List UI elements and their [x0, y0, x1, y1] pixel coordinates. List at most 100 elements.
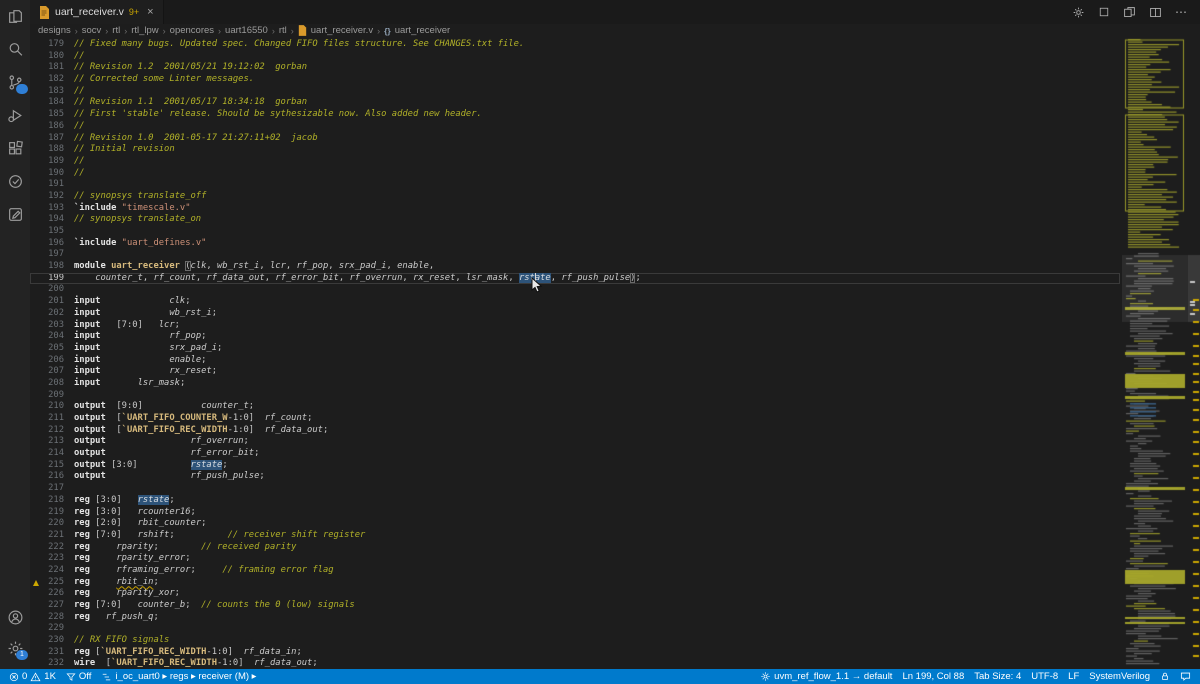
encoding[interactable]: UTF-8 [1026, 669, 1063, 684]
line-number[interactable]: 220 [30, 518, 64, 530]
line-number[interactable]: 216 [30, 471, 64, 483]
eol-sequence[interactable]: LF [1063, 669, 1084, 684]
code-line[interactable]: 225reg rbit_in; [30, 577, 1120, 589]
line-number[interactable]: 205 [30, 343, 64, 355]
line-number[interactable]: 204 [30, 331, 64, 343]
split-editor-icon[interactable] [1149, 6, 1162, 19]
line-number[interactable]: 191 [30, 179, 64, 191]
code-line[interactable]: 190// [30, 168, 1120, 180]
line-number[interactable]: 199 [30, 273, 64, 285]
code-line[interactable]: 206input enable; [30, 355, 1120, 367]
code-line[interactable]: 222reg rparity; // received parity [30, 542, 1120, 554]
tab-lock-indicator[interactable] [1155, 669, 1175, 684]
square-icon[interactable] [1098, 6, 1110, 18]
line-number[interactable]: 198 [30, 261, 64, 273]
line-number[interactable]: 182 [30, 74, 64, 86]
code-line[interactable]: 195 [30, 226, 1120, 238]
scope-breadcrumb[interactable]: i_oc_uart0 ▸ regs ▸ receiver (M) ▸ [96, 669, 261, 684]
code-line[interactable]: 216output rf_push_pulse; [30, 471, 1120, 483]
line-number[interactable]: 202 [30, 308, 64, 320]
code-line[interactable]: 182// Corrected some Linter messages. [30, 74, 1120, 86]
code-line[interactable]: 204input rf_pop; [30, 331, 1120, 343]
code-line[interactable]: 193`include "timescale.v" [30, 203, 1120, 215]
code-line[interactable]: 185// First 'stable' release. Should be … [30, 109, 1120, 121]
explorer-icon[interactable] [6, 7, 24, 25]
code-line[interactable]: 218reg [3:0] rstate; [30, 495, 1120, 507]
breadcrumb-item-symbol[interactable]: uart_receiver [395, 25, 450, 36]
breadcrumb-item-opencores[interactable]: opencores [170, 25, 214, 36]
breadcrumb-item-designs[interactable]: designs [38, 25, 71, 36]
code-line[interactable]: 208input lsr_mask; [30, 378, 1120, 390]
code-line[interactable]: 212output [`UART_FIFO_REC_WIDTH-1:0] rf_… [30, 425, 1120, 437]
code-line[interactable]: 226reg rparity_xor; [30, 588, 1120, 600]
code-line[interactable]: 217 [30, 483, 1120, 495]
code-line[interactable]: 183// [30, 86, 1120, 98]
line-number[interactable]: 184 [30, 97, 64, 109]
line-number[interactable]: 206 [30, 355, 64, 367]
line-number[interactable]: 187 [30, 133, 64, 145]
line-number[interactable]: 215 [30, 460, 64, 472]
code-area[interactable]: 179// Fixed many bugs. Updated spec. Cha… [30, 39, 1120, 669]
source-control-icon[interactable] [6, 73, 24, 91]
code-line[interactable]: 196`include "uart_defines.v" [30, 238, 1120, 250]
code-line[interactable]: 203input [7:0] lcr; [30, 320, 1120, 332]
breadcrumb-item-file[interactable]: uart_receiver.v [311, 25, 373, 36]
code-line[interactable]: 186// [30, 121, 1120, 133]
code-line[interactable]: 223reg rparity_error; [30, 553, 1120, 565]
line-number[interactable]: 213 [30, 436, 64, 448]
line-number[interactable]: 193 [30, 203, 64, 215]
code-line[interactable]: 214output rf_error_bit; [30, 448, 1120, 460]
code-line[interactable]: 198module uart_receiver (clk, wb_rst_i, … [30, 261, 1120, 273]
problems-indicator[interactable]: 0 1K [4, 669, 61, 684]
code-line[interactable]: 221reg [7:0] rshift; // receiver shift r… [30, 530, 1120, 542]
line-number[interactable]: 194 [30, 214, 64, 226]
line-number[interactable]: 185 [30, 109, 64, 121]
code-line[interactable]: 187// Revision 1.0 2001-05-17 21:27:11+0… [30, 133, 1120, 145]
line-number[interactable]: 188 [30, 144, 64, 156]
line-number[interactable]: 195 [30, 226, 64, 238]
line-number[interactable]: 214 [30, 448, 64, 460]
code-line[interactable]: 202input wb_rst_i; [30, 308, 1120, 320]
code-line[interactable]: 227reg [7:0] counter_b; // counts the 0 … [30, 600, 1120, 612]
notebook-icon[interactable] [6, 205, 24, 223]
env-indicator[interactable]: uvm_ref_flow_1.1 → default [755, 669, 897, 684]
code-line[interactable]: 180// [30, 51, 1120, 63]
line-number[interactable]: 212 [30, 425, 64, 437]
code-line[interactable]: 210output [9:0] counter_t; [30, 401, 1120, 413]
line-number[interactable]: 229 [30, 623, 64, 635]
code-line[interactable]: 215output [3:0] rstate; [30, 460, 1120, 472]
tab-close-icon[interactable]: × [147, 6, 153, 18]
line-number[interactable]: 227 [30, 600, 64, 612]
code-line[interactable]: 231reg [`UART_FIFO_REC_WIDTH-1:0] rf_dat… [30, 647, 1120, 659]
code-line[interactable]: 188// Initial revision [30, 144, 1120, 156]
line-number[interactable]: 186 [30, 121, 64, 133]
line-number[interactable]: 180 [30, 51, 64, 63]
code-line[interactable]: 197 [30, 249, 1120, 261]
line-number[interactable]: 208 [30, 378, 64, 390]
line-number[interactable]: 179 [30, 39, 64, 51]
cursor-position[interactable]: Ln 199, Col 88 [897, 669, 969, 684]
line-number[interactable]: 230 [30, 635, 64, 647]
code-line[interactable]: 191 [30, 179, 1120, 191]
search-icon[interactable] [6, 40, 24, 58]
line-number[interactable]: 211 [30, 413, 64, 425]
code-line[interactable]: 192// synopsys translate_off [30, 191, 1120, 203]
line-number[interactable]: 218 [30, 495, 64, 507]
line-number[interactable]: 224 [30, 565, 64, 577]
breadcrumb-item-rtl2[interactable]: rtl [279, 25, 287, 36]
line-number[interactable]: 217 [30, 483, 64, 495]
more-actions-icon[interactable]: ⋯ [1175, 5, 1188, 19]
breadcrumb-item-socv[interactable]: socv [82, 25, 102, 36]
line-number[interactable]: 196 [30, 238, 64, 250]
line-number[interactable]: 200 [30, 284, 64, 296]
line-number[interactable]: 201 [30, 296, 64, 308]
indentation[interactable]: Tab Size: 4 [969, 669, 1026, 684]
code-line[interactable]: 181// Revision 1.2 2001/05/21 19:12:02 g… [30, 62, 1120, 74]
code-line[interactable]: 213output rf_overrun; [30, 436, 1120, 448]
line-number[interactable]: 203 [30, 320, 64, 332]
code-line[interactable]: 224reg rframing_error; // framing error … [30, 565, 1120, 577]
line-number[interactable]: 181 [30, 62, 64, 74]
line-number[interactable]: 221 [30, 530, 64, 542]
line-number[interactable]: 209 [30, 390, 64, 402]
code-line[interactable]: 209 [30, 390, 1120, 402]
